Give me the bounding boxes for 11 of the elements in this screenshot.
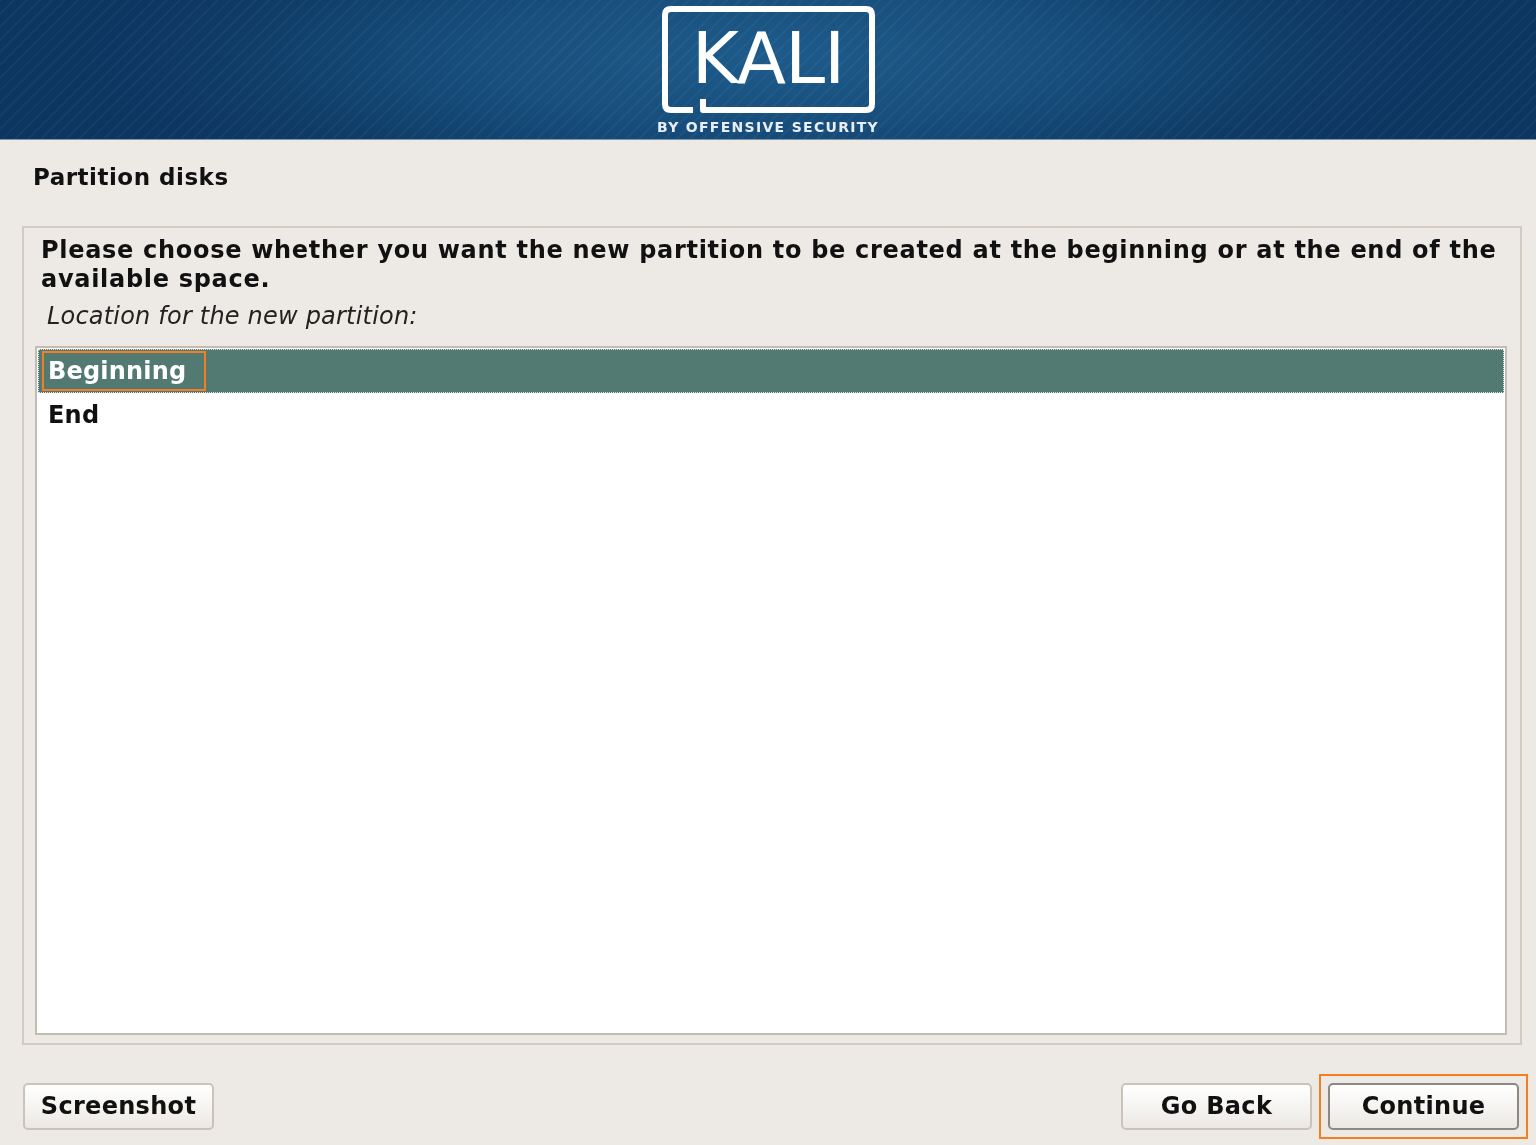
prompt-label: Location for the new partition: [47, 302, 419, 331]
logo-tagline: BY OFFENSIVE SECURITY [656, 119, 880, 135]
button[interactable]: Continue [1328, 1082, 1519, 1130]
highlight-frame: Beginning [42, 351, 207, 391]
logo-wordmark: KALI [691, 21, 845, 94]
list-option[interactable]: End [38, 393, 1504, 437]
list-option[interactable]: Beginning [38, 349, 1504, 393]
step-title: Partition disks [32, 163, 229, 191]
button[interactable]: Go Back [1121, 1082, 1312, 1130]
question-text: Please choose whether you want the new partition to be created at the beginning or at the end of the available space. [41, 236, 1498, 294]
button[interactable]: Screenshot [23, 1082, 214, 1130]
